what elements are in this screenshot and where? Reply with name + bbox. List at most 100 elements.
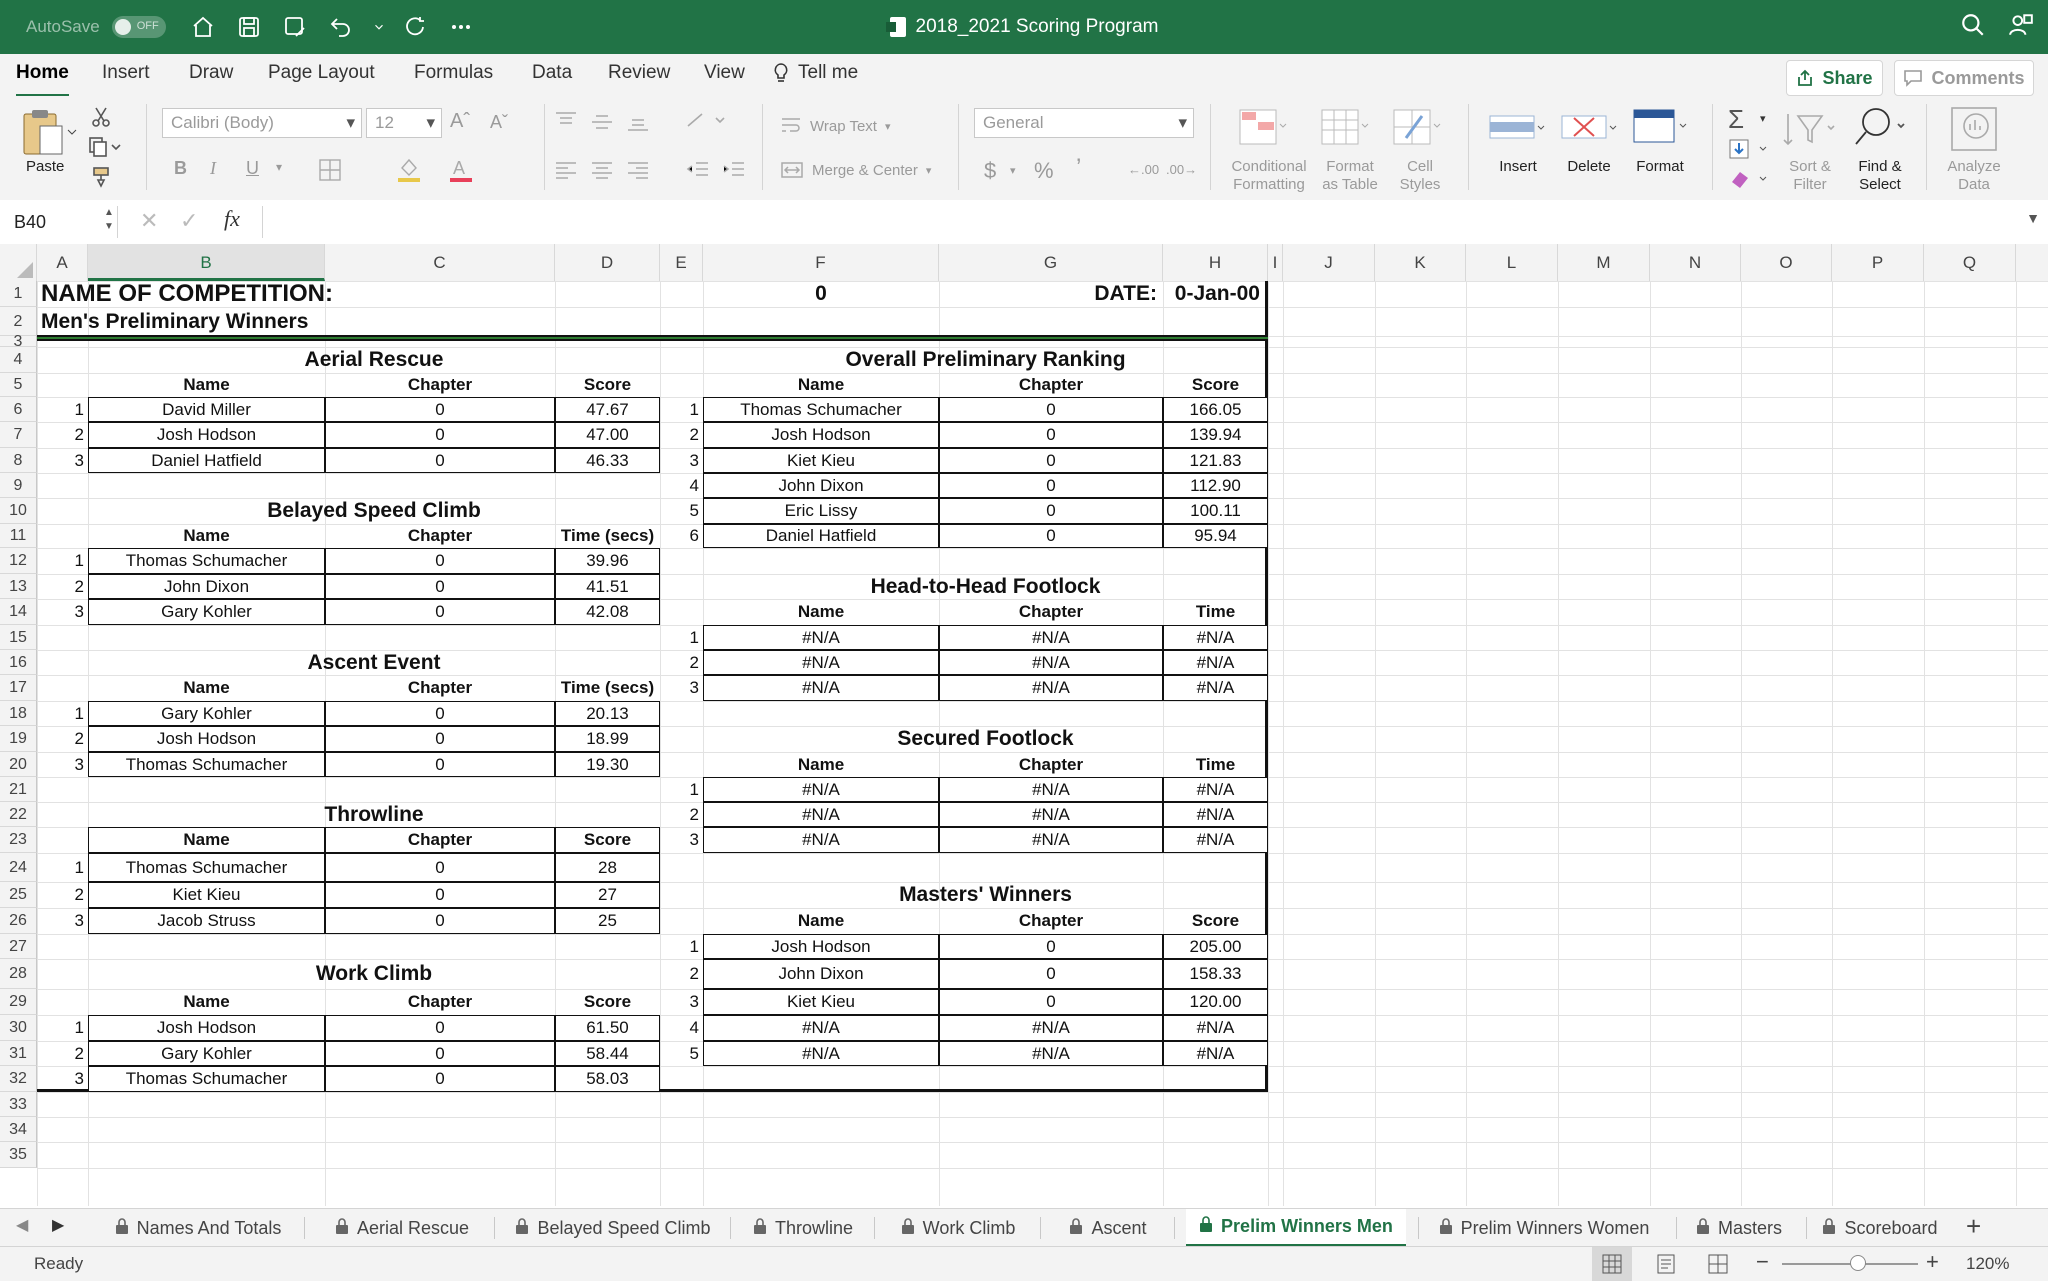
format-cells-icon[interactable] bbox=[1632, 106, 1692, 153]
row-header[interactable]: 22 bbox=[0, 802, 37, 827]
fill-color-icon[interactable] bbox=[396, 156, 422, 189]
tab-data[interactable]: Data bbox=[532, 62, 572, 84]
insert-function-icon[interactable]: fx bbox=[224, 206, 240, 232]
column-header-i[interactable]: I bbox=[1268, 244, 1283, 281]
row-header[interactable]: 4 bbox=[0, 347, 37, 373]
align-center-icon[interactable] bbox=[590, 160, 614, 185]
row-header[interactable]: 30 bbox=[0, 1015, 37, 1041]
cut-icon[interactable] bbox=[90, 106, 112, 133]
wrap-text-button[interactable]: Wrap Text ▾ bbox=[780, 116, 891, 136]
borders-icon[interactable] bbox=[318, 158, 342, 187]
insert-cells-icon[interactable] bbox=[1488, 108, 1548, 153]
zoom-in-button[interactable]: + bbox=[1926, 1249, 1939, 1275]
row-header[interactable]: 18 bbox=[0, 701, 37, 726]
sheet-tab[interactable]: Names And Totals bbox=[104, 1209, 292, 1247]
row-header[interactable]: 13 bbox=[0, 574, 37, 599]
column-header-k[interactable]: K bbox=[1375, 244, 1466, 281]
enter-check-icon[interactable]: ✓ bbox=[180, 208, 198, 234]
more-icon[interactable] bbox=[446, 12, 476, 42]
column-header-a[interactable]: A bbox=[37, 244, 88, 281]
page-layout-view-icon[interactable] bbox=[1656, 1254, 1676, 1279]
sheet-tab[interactable]: Throwline bbox=[744, 1209, 862, 1247]
row-header[interactable]: 24 bbox=[0, 853, 37, 882]
font-size-select[interactable]: 12 ▾ bbox=[366, 108, 442, 138]
search-icon[interactable] bbox=[1960, 12, 1986, 43]
row-header[interactable]: 7 bbox=[0, 422, 37, 448]
row-header[interactable]: 3 bbox=[0, 334, 37, 350]
autosum-icon[interactable]: Σ bbox=[1728, 104, 1744, 135]
save-icon[interactable] bbox=[234, 12, 264, 42]
column-header-j[interactable]: J bbox=[1283, 244, 1375, 281]
save-as-icon[interactable] bbox=[280, 12, 310, 42]
name-box-stepper-icon[interactable]: ▲ ▼ bbox=[104, 206, 114, 234]
copy-icon[interactable] bbox=[88, 136, 122, 163]
column-header-q[interactable]: Q bbox=[1924, 244, 2016, 281]
decrease-font-icon[interactable]: Aˇ bbox=[490, 112, 508, 133]
column-header-n[interactable]: N bbox=[1650, 244, 1741, 281]
row-header[interactable]: 33 bbox=[0, 1092, 37, 1117]
row-header[interactable]: 29 bbox=[0, 989, 37, 1015]
select-all-corner[interactable] bbox=[0, 244, 37, 281]
add-sheet-button[interactable]: + bbox=[1966, 1211, 1981, 1242]
row-header[interactable]: 17 bbox=[0, 675, 37, 701]
row-header[interactable]: 19 bbox=[0, 726, 37, 752]
name-box[interactable]: B40 ▲ ▼ bbox=[0, 206, 118, 238]
column-header-e[interactable]: E bbox=[660, 244, 703, 281]
clear-eraser-icon[interactable] bbox=[1728, 168, 1772, 195]
sheet-tab[interactable]: Aerial Rescue bbox=[322, 1209, 482, 1247]
row-header[interactable]: 8 bbox=[0, 448, 37, 473]
increase-decimal-icon[interactable]: ←.00 bbox=[1128, 162, 1159, 177]
zoom-slider-thumb[interactable] bbox=[1850, 1255, 1866, 1271]
conditional-formatting-icon[interactable] bbox=[1238, 108, 1288, 153]
sheet-tab[interactable]: Prelim Winners Men bbox=[1186, 1209, 1406, 1247]
orientation-icon[interactable] bbox=[686, 110, 726, 135]
align-top-icon[interactable] bbox=[554, 110, 578, 135]
formula-input[interactable] bbox=[262, 206, 2023, 238]
row-header[interactable]: 15 bbox=[0, 625, 37, 650]
row-header[interactable]: 25 bbox=[0, 882, 37, 908]
redo-icon[interactable] bbox=[400, 12, 430, 42]
worksheet-grid[interactable]: ABCDEFGHIJKLMNOPQ 1 2 3 4 5 6 7 8 9 10 11 12 13 14 15 1… bbox=[0, 244, 2048, 1206]
sheet-tab[interactable]: Belayed Speed Climb bbox=[508, 1209, 718, 1247]
cell-styles-icon[interactable] bbox=[1392, 108, 1442, 153]
autosave-toggle[interactable]: OFF bbox=[111, 16, 166, 38]
row-header[interactable]: 28 bbox=[0, 959, 37, 989]
column-header-o[interactable]: O bbox=[1741, 244, 1832, 281]
row-header[interactable]: 11 bbox=[0, 524, 37, 548]
row-header[interactable]: 35 bbox=[0, 1142, 37, 1168]
undo-dropdown-chevron-icon[interactable] bbox=[372, 12, 386, 42]
currency-icon[interactable]: $ bbox=[984, 158, 996, 184]
number-format-select[interactable]: General ▾ bbox=[974, 108, 1194, 138]
find-select-icon[interactable] bbox=[1852, 106, 1908, 155]
row-header[interactable]: 27 bbox=[0, 934, 37, 959]
cancel-icon[interactable]: ✕ bbox=[140, 208, 158, 234]
row-header[interactable]: 16 bbox=[0, 650, 37, 675]
row-header[interactable]: 31 bbox=[0, 1041, 37, 1066]
italic-icon[interactable]: I bbox=[210, 158, 216, 179]
share-button[interactable]: Share bbox=[1786, 60, 1883, 96]
normal-view-button[interactable] bbox=[1592, 1247, 1632, 1281]
format-as-table-icon[interactable] bbox=[1320, 108, 1370, 153]
sort-filter-icon[interactable] bbox=[1782, 110, 1838, 155]
column-header-d[interactable]: D bbox=[555, 244, 660, 281]
row-header[interactable]: 5 bbox=[0, 373, 37, 397]
scroll-tabs-left-icon[interactable]: ◀ bbox=[16, 1215, 28, 1235]
row-header[interactable]: 32 bbox=[0, 1066, 37, 1092]
row-header[interactable]: 1 bbox=[0, 281, 37, 307]
delete-cells-icon[interactable] bbox=[1560, 108, 1620, 153]
zoom-slider[interactable] bbox=[1782, 1255, 1918, 1271]
column-header-l[interactable]: L bbox=[1466, 244, 1558, 281]
percent-icon[interactable]: % bbox=[1034, 158, 1054, 184]
row-header[interactable]: 23 bbox=[0, 827, 37, 853]
row-header[interactable]: 9 bbox=[0, 473, 37, 498]
align-middle-icon[interactable] bbox=[590, 112, 614, 137]
font-color-icon[interactable]: A bbox=[448, 156, 474, 189]
tab-page-layout[interactable]: Page Layout bbox=[268, 62, 375, 84]
tab-home[interactable]: Home bbox=[16, 62, 69, 97]
sheet-tab[interactable]: Work Climb bbox=[888, 1209, 1028, 1247]
font-name-select[interactable]: Calibri (Body) ▾ bbox=[162, 108, 362, 138]
row-header[interactable]: 2 bbox=[0, 307, 37, 336]
account-icon[interactable] bbox=[2008, 12, 2034, 43]
underline-icon[interactable]: U bbox=[246, 158, 259, 179]
scroll-tabs-right-icon[interactable]: ▶ bbox=[52, 1215, 64, 1235]
